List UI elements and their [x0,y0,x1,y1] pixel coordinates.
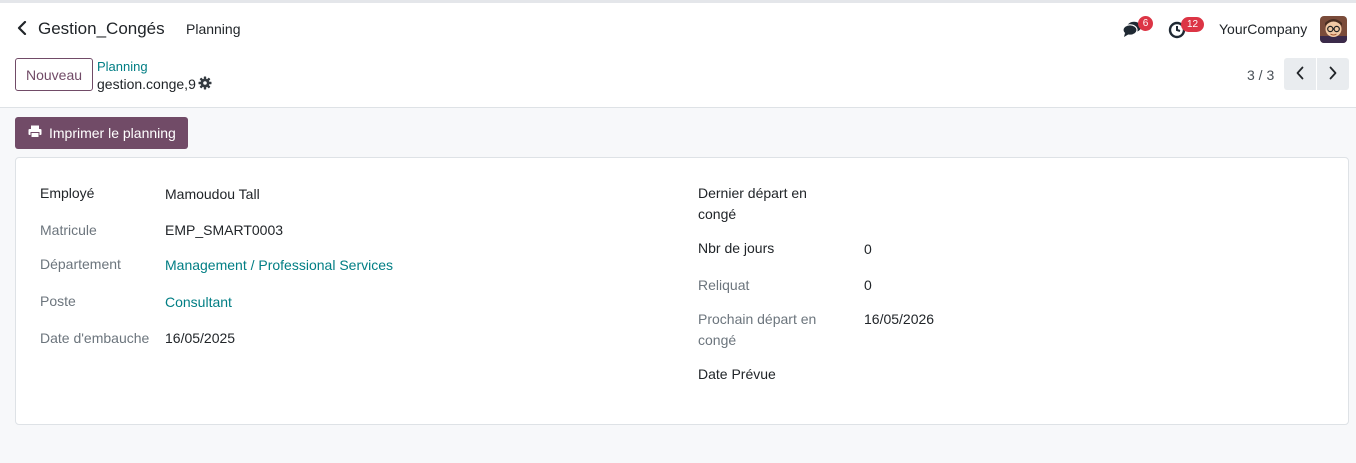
employee-label: Employé [40,185,95,201]
planned-date-label: Date Prévue [698,366,776,382]
days-count-label: Nbr de jours [698,240,775,256]
new-button[interactable]: Nouveau [15,58,93,91]
top-navbar: Gestion_Congés Planning 6 12 YourCompany [0,0,1356,54]
department-link[interactable]: Management / Professional Services [165,255,393,276]
days-count-field[interactable]: 0 [864,239,872,260]
breadcrumb-planning-link[interactable]: Planning [97,59,148,74]
next-departure-label-line2: congé [698,332,737,348]
breadcrumb-current-record: gestion.conge,9 [97,76,196,92]
gear-icon[interactable] [198,76,212,90]
job-label: Poste [40,293,76,309]
pager-next-button[interactable] [1317,58,1349,90]
print-planning-label: Imprimer le planning [49,125,176,141]
company-switcher[interactable]: YourCompany [1219,21,1307,37]
last-departure-label-line1: Dernier départ en [698,185,807,201]
hire-date-field[interactable]: 16/05/2025 [165,328,235,349]
last-departure-label-line2: congé [698,206,737,222]
app-name[interactable]: Gestion_Congés [38,19,165,39]
form-sheet: Employé Mamoudou Tall Matricule EMP_SMAR… [15,157,1349,425]
department-label: Département [40,256,121,272]
matricule-label: Matricule [40,222,97,238]
activities-count-badge: 12 [1181,17,1205,32]
next-departure-label-line1: Prochain départ en [698,311,817,327]
job-link[interactable]: Consultant [165,292,232,313]
user-avatar[interactable] [1320,16,1347,43]
chevron-left-icon [1295,66,1305,83]
remaining-field[interactable]: 0 [864,275,872,296]
matricule-field[interactable]: EMP_SMART0003 [165,220,283,241]
control-panel: Nouveau Planning gestion.conge,9 3 / 3 [0,54,1356,108]
messages-count-badge: 6 [1138,16,1153,31]
back-chevron-icon[interactable] [17,19,29,37]
remaining-label: Reliquat [698,277,750,293]
chevron-right-icon [1328,66,1338,83]
hire-date-label: Date d'embauche [40,330,150,346]
pager-value[interactable]: 3 / 3 [1247,67,1274,83]
printer-icon [28,125,49,141]
menu-item-planning[interactable]: Planning [186,21,241,37]
next-departure-field[interactable]: 16/05/2026 [864,309,934,330]
pager-previous-button[interactable] [1284,58,1316,90]
employee-field[interactable]: Mamoudou Tall [165,184,260,205]
print-planning-button[interactable]: Imprimer le planning [15,117,188,149]
